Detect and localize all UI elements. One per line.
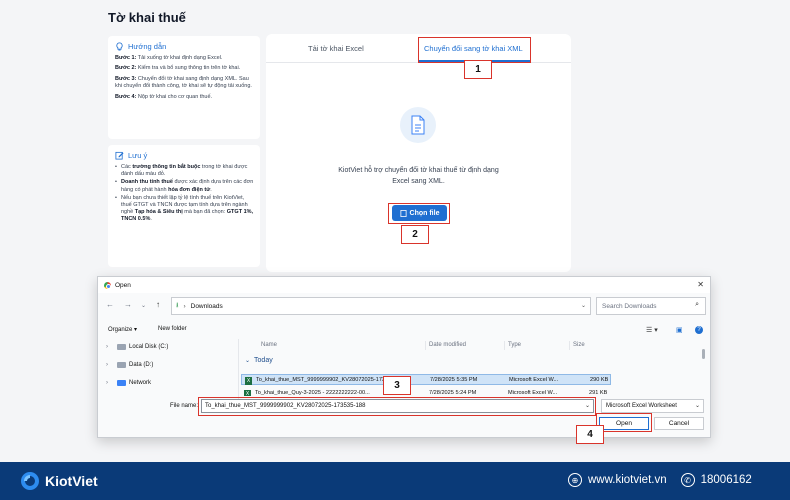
chrome-icon: [104, 281, 111, 289]
excel-file-icon: X: [244, 390, 251, 396]
search-placeholder: Search Downloads: [602, 302, 657, 310]
brand-name: KiotViet: [45, 473, 98, 489]
column-separator: [569, 341, 570, 350]
collapse-chevron-icon: ⌄: [245, 358, 251, 364]
dialog-command-bar: Organize ▾ New folder ☰ ▾ ▣ ?: [98, 323, 710, 337]
column-separator: [504, 341, 505, 350]
kiotviet-logo-icon: [21, 472, 39, 490]
drive-icon: [117, 344, 126, 350]
drive-icon: [117, 362, 126, 368]
notes-heading-text: Lưu ý: [128, 151, 148, 160]
file-illustration: [400, 107, 436, 143]
chevron-down-icon: ⌄: [694, 403, 700, 409]
notes-card: Lưu ý Các trường thông tin bắt buộc tron…: [108, 145, 260, 267]
back-arrow-icon[interactable]: ←: [106, 300, 114, 309]
address-path: Downloads: [190, 302, 223, 310]
guide-heading: Hướng dẫn: [115, 42, 254, 51]
note-item: Các trường thông tin bắt buộc trong tờ k…: [115, 164, 254, 178]
note-item: Nếu bạn chưa thiết lập tỷ lệ tính thuế t…: [115, 195, 254, 224]
navigation-pane: › Local Disk (C:) › Data (D:) › Network: [98, 339, 236, 399]
note-item: Doanh thu tính thuế được xác định dựa tr…: [115, 179, 254, 193]
column-header-name[interactable]: Name: [261, 342, 277, 348]
expand-chevron-icon[interactable]: ›: [106, 362, 114, 368]
callout-number-2: 2: [401, 225, 429, 244]
hotline[interactable]: 18006162: [701, 474, 752, 486]
column-separator: [425, 341, 426, 350]
cancel-button[interactable]: Cancel: [654, 417, 704, 430]
vertical-scrollbar[interactable]: [702, 339, 706, 399]
download-icon: ⭳: [176, 301, 179, 309]
dialog-title: Open: [115, 281, 131, 289]
edit-note-icon: [115, 151, 124, 160]
tab-download-excel[interactable]: Tải tờ khai Excel: [308, 44, 364, 53]
kiotviet-logo: KiotViet: [20, 471, 98, 491]
callout-box-3: [198, 397, 596, 416]
expand-chevron-icon[interactable]: ›: [106, 380, 114, 386]
file-list: Name Date modified Type Size ⌄ Today X T…: [238, 339, 704, 399]
organize-menu[interactable]: Organize ▾: [108, 326, 137, 333]
nav-item-network[interactable]: › Network: [106, 380, 151, 386]
guide-heading-text: Hướng dẫn: [128, 42, 167, 51]
new-folder-button[interactable]: New folder: [158, 326, 187, 332]
guide-step: Bước 2: Kiểm tra và bổ sung thông tin tr…: [115, 65, 241, 72]
callout-box-4: [596, 413, 652, 432]
search-icon: ⌕: [695, 301, 699, 308]
callout-number-3: 3: [383, 376, 411, 395]
file-row-selected[interactable]: X To_khai_thue_MST_9999999902_KV28072025…: [241, 374, 611, 385]
file-date: 7/28/2025 5:24 PM: [429, 390, 477, 396]
callout-number-4: 4: [576, 425, 604, 444]
guide-card: Hướng dẫn Bước 1: Tải xuống tờ khai định…: [108, 36, 260, 139]
help-icon[interactable]: ?: [695, 326, 703, 334]
expand-chevron-icon[interactable]: ›: [106, 344, 114, 350]
scrollbar-thumb[interactable]: [702, 349, 705, 359]
network-icon: [117, 380, 126, 386]
globe-icon: ⊕: [568, 473, 582, 487]
column-header-type[interactable]: Type: [508, 342, 521, 348]
phone-icon: ✆: [680, 473, 695, 487]
brand-footer: KiotViet ⊕ www.kiotviet.vn ✆ 18006162: [0, 462, 790, 500]
callout-box-2: [388, 203, 450, 224]
file-type-value: Microsoft Excel Worksheet: [606, 403, 677, 409]
file-date: 7/28/2025 5:35 PM: [430, 377, 478, 383]
file-type: Microsoft Excel W...: [508, 390, 558, 396]
file-type: Microsoft Excel W...: [509, 377, 559, 383]
website-link[interactable]: www.kiotviet.vn: [588, 474, 667, 486]
recent-chevron-icon[interactable]: ⌄: [141, 302, 146, 309]
file-size: 291 KB: [589, 390, 608, 396]
column-header-size[interactable]: Size: [573, 342, 585, 348]
nav-item-local-disk[interactable]: › Local Disk (C:): [106, 344, 168, 350]
address-dropdown-icon[interactable]: ⌄: [581, 302, 586, 309]
notes-heading: Lưu ý: [115, 151, 254, 160]
file-type-select[interactable]: Microsoft Excel Worksheet ⌄: [601, 399, 704, 413]
search-downloads-input[interactable]: Search Downloads ⌕: [596, 297, 706, 315]
convert-description: KiotViet hỗ trợ chuyển đổi tờ khai thuế …: [338, 167, 499, 185]
file-name-label: File name:: [170, 403, 199, 409]
dialog-nav-row: ← → ⌄ ↑ ⭳ › Downloads ⌄ ↻ Search Downloa…: [98, 297, 710, 315]
document-icon: [411, 115, 425, 135]
file-size: 290 KB: [590, 377, 609, 383]
guide-step: Bước 3: Chuyển đổi tờ khai sang định dạn…: [115, 75, 252, 90]
group-header-today[interactable]: ⌄ Today: [245, 357, 273, 364]
preview-pane-icon[interactable]: ▣: [676, 326, 683, 334]
footer-contact: ⊕ www.kiotviet.vn ✆ 18006162: [568, 473, 752, 487]
view-options-icon[interactable]: ☰ ▾: [646, 326, 658, 334]
nav-item-data-drive[interactable]: › Data (D:): [106, 362, 153, 368]
close-icon[interactable]: ✕: [697, 280, 704, 289]
address-bar[interactable]: ⭳ › Downloads: [171, 297, 591, 315]
excel-file-icon: X: [245, 377, 252, 385]
file-name: To_khai_thue_MST_9999999902_KV28072025-1…: [256, 377, 388, 383]
dialog-titlebar: Open ✕: [98, 277, 710, 293]
column-header-date[interactable]: Date modified: [429, 342, 466, 348]
callout-number-1: 1: [464, 60, 492, 79]
guide-step: Bước 4: Nộp tờ khai cho cơ quan thuế.: [115, 93, 213, 100]
forward-arrow-icon[interactable]: →: [124, 300, 132, 309]
page-title: Tờ khai thuế: [108, 10, 186, 25]
file-row[interactable]: X To_khai_thue_Quy-3-2025 - 2222222222-0…: [241, 388, 611, 396]
address-separator-icon: ›: [183, 302, 186, 310]
lightbulb-icon: [116, 42, 123, 51]
file-name: To_khai_thue_Quy-3-2025 - 2222222222-00.…: [255, 390, 370, 396]
guide-step: Bước 1: Tải xuống tờ khai định dạng Exce…: [115, 55, 223, 61]
up-arrow-icon[interactable]: ↑: [156, 300, 160, 309]
